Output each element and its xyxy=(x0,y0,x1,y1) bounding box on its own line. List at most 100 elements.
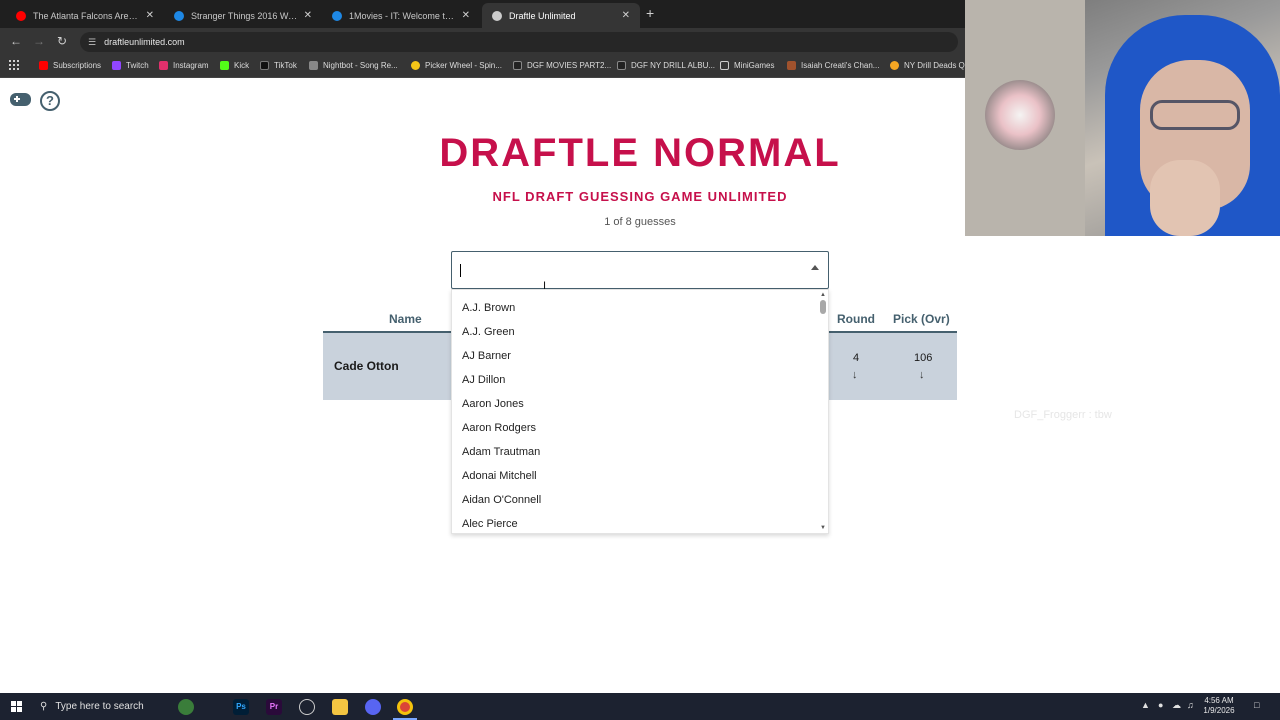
tab-stranger-things[interactable]: Stranger Things 2016 Watch O ✕ xyxy=(164,3,322,28)
dropdown-option[interactable]: Aaron Jones xyxy=(462,395,524,419)
dropdown-option[interactable]: Adonai Mitchell xyxy=(462,467,537,491)
draftle-icon xyxy=(492,10,502,21)
twitch-icon xyxy=(112,61,121,70)
bookmark-ny-drill[interactable]: NY Drill Deads Q xyxy=(890,61,965,70)
tray-expand-icon[interactable]: ▲ xyxy=(1141,700,1150,710)
tab-draftle-unlimited[interactable]: Draftle Unlimited ✕ xyxy=(482,3,640,28)
bookmark-dgf-drill[interactable]: DGF NY DRILL ALBU... xyxy=(617,61,715,70)
webcam-overlay xyxy=(965,0,1280,236)
player-search-input[interactable] xyxy=(458,258,798,282)
search-icon: ⚲ xyxy=(40,701,48,712)
text-caret xyxy=(460,264,461,277)
windows-start-icon[interactable] xyxy=(11,701,22,712)
pick-down-arrow-icon: ↓ xyxy=(919,369,925,381)
gamepad-icon[interactable] xyxy=(10,93,31,106)
stream-chat-watermark: DGF_Froggerr : tbw xyxy=(1014,409,1112,421)
url-text[interactable]: draftleunlimited.com xyxy=(104,37,185,47)
tab-title: 1Movies - IT: Welcome to Derr xyxy=(349,10,456,21)
instagram-icon xyxy=(159,61,168,70)
photoshop-icon[interactable]: Ps xyxy=(233,699,249,715)
streamer-glasses xyxy=(1150,100,1240,130)
tab-title: The Atlanta Falcons Are Getting xyxy=(33,10,140,21)
youtube-icon xyxy=(16,10,26,21)
streamer-hand xyxy=(1150,160,1220,236)
close-icon[interactable]: ✕ xyxy=(304,10,312,21)
dropdown-scrollbar-thumb[interactable] xyxy=(820,300,826,314)
chevron-up-icon[interactable] xyxy=(811,265,819,270)
address-toolbar: ← → ↻ ☰ draftleunlimited.com xyxy=(0,28,965,56)
dropdown-option[interactable]: Aaron Rodgers xyxy=(462,419,536,443)
site-info-icon[interactable]: ☰ xyxy=(88,37,96,48)
doc-icon xyxy=(617,61,626,70)
dropdown-option[interactable]: AJ Dillon xyxy=(462,371,505,395)
reload-icon[interactable]: ↻ xyxy=(57,34,67,48)
channel-icon xyxy=(787,61,796,70)
chrome-icon[interactable] xyxy=(397,699,413,715)
help-icon[interactable]: ? xyxy=(40,91,60,111)
maps-icon[interactable] xyxy=(178,699,194,715)
cloud-icon[interactable]: ☁ xyxy=(1172,700,1181,711)
site-icon xyxy=(332,10,342,21)
tab-title: Draftle Unlimited xyxy=(509,10,576,21)
player-dropdown-list[interactable]: A.J. Brown A.J. Green AJ Barner AJ Dillo… xyxy=(451,289,829,534)
neon-sign xyxy=(985,80,1055,150)
taskbar-search-text: Type here to search xyxy=(55,701,144,712)
dropdown-option[interactable]: AJ Barner xyxy=(462,347,511,371)
forward-arrow-icon[interactable]: → xyxy=(33,34,45,48)
wheel-icon xyxy=(411,61,420,70)
scroll-up-arrow-icon[interactable]: ▲ xyxy=(820,292,826,298)
text-cursor-icon: I xyxy=(543,280,547,292)
site-icon xyxy=(174,10,184,21)
tab-1movies[interactable]: 1Movies - IT: Welcome to Derr ✕ xyxy=(322,3,480,28)
dropdown-option[interactable]: Aidan O'Connell xyxy=(462,491,541,515)
close-icon[interactable]: ✕ xyxy=(146,10,154,21)
doc-icon xyxy=(513,61,522,70)
folder-icon xyxy=(720,61,729,70)
youtube-icon xyxy=(39,61,48,70)
bookmark-subscriptions[interactable]: Subscriptions xyxy=(39,61,101,70)
back-arrow-icon[interactable]: ← xyxy=(10,34,22,48)
bookmark-nightbot[interactable]: Nightbot - Song Re... xyxy=(309,61,398,70)
tab-atlanta-falcons[interactable]: The Atlanta Falcons Are Getting ✕ xyxy=(6,3,164,28)
premiere-icon[interactable]: Pr xyxy=(266,699,282,715)
pick-cell: 106 xyxy=(914,352,933,364)
url-bar[interactable]: ☰ draftleunlimited.com xyxy=(80,32,958,52)
settings-icon[interactable] xyxy=(299,699,315,715)
tab-title: Stranger Things 2016 Watch O xyxy=(191,10,298,21)
volume-icon[interactable]: ♫ xyxy=(1187,700,1194,710)
taskbar-search[interactable]: ⚲ Type here to search xyxy=(32,693,172,720)
discord-icon[interactable] xyxy=(365,699,381,715)
dropdown-option[interactable]: A.J. Brown xyxy=(462,299,515,323)
bookmark-picker-wheel[interactable]: Picker Wheel - Spin... xyxy=(411,61,502,70)
kick-icon xyxy=(220,61,229,70)
taskbar-clock[interactable]: 4:56 AM 1/9/2026 xyxy=(1196,696,1242,716)
player-search-box[interactable] xyxy=(451,251,829,289)
dropdown-option[interactable]: Alec Pierce xyxy=(462,515,518,533)
clock-time: 4:56 AM xyxy=(1204,696,1234,705)
bookmark-tiktok[interactable]: TikTok xyxy=(260,61,297,70)
bookmark-instagram[interactable]: Instagram xyxy=(159,61,209,70)
site-icon xyxy=(890,61,899,70)
file-explorer-icon[interactable] xyxy=(332,699,348,715)
column-header-name: Name xyxy=(389,312,422,326)
player-name-cell: Cade Otton xyxy=(334,359,399,373)
column-header-pick: Pick (Ovr) xyxy=(893,312,950,326)
apps-grid-icon[interactable] xyxy=(9,60,19,70)
dropdown-option[interactable]: Adam Trautman xyxy=(462,443,540,467)
close-icon[interactable]: ✕ xyxy=(622,10,630,21)
tiktok-icon xyxy=(260,61,269,70)
new-tab-button[interactable]: + xyxy=(646,5,654,21)
close-icon[interactable]: ✕ xyxy=(462,10,470,21)
microphone-icon[interactable]: ● xyxy=(1158,700,1163,710)
dropdown-option[interactable]: A.J. Green xyxy=(462,323,515,347)
round-down-arrow-icon: ↓ xyxy=(852,369,858,381)
notifications-icon[interactable]: □ xyxy=(1254,700,1259,710)
bookmark-twitch[interactable]: Twitch xyxy=(112,61,149,70)
scroll-down-arrow-icon[interactable]: ▼ xyxy=(820,525,826,531)
bookmark-minigames[interactable]: MiniGames xyxy=(720,61,774,70)
bookmark-kick[interactable]: Kick xyxy=(220,61,249,70)
bookmark-isaiah[interactable]: Isaiah Creati's Chan... xyxy=(787,61,879,70)
windows-taskbar: ⚲ Type here to search Ps Pr ▲ ● ☁ ♫ 4:56… xyxy=(0,693,1280,720)
bookmark-dgf-movies[interactable]: DGF MOVIES PART2... xyxy=(513,61,611,70)
nightbot-icon xyxy=(309,61,318,70)
